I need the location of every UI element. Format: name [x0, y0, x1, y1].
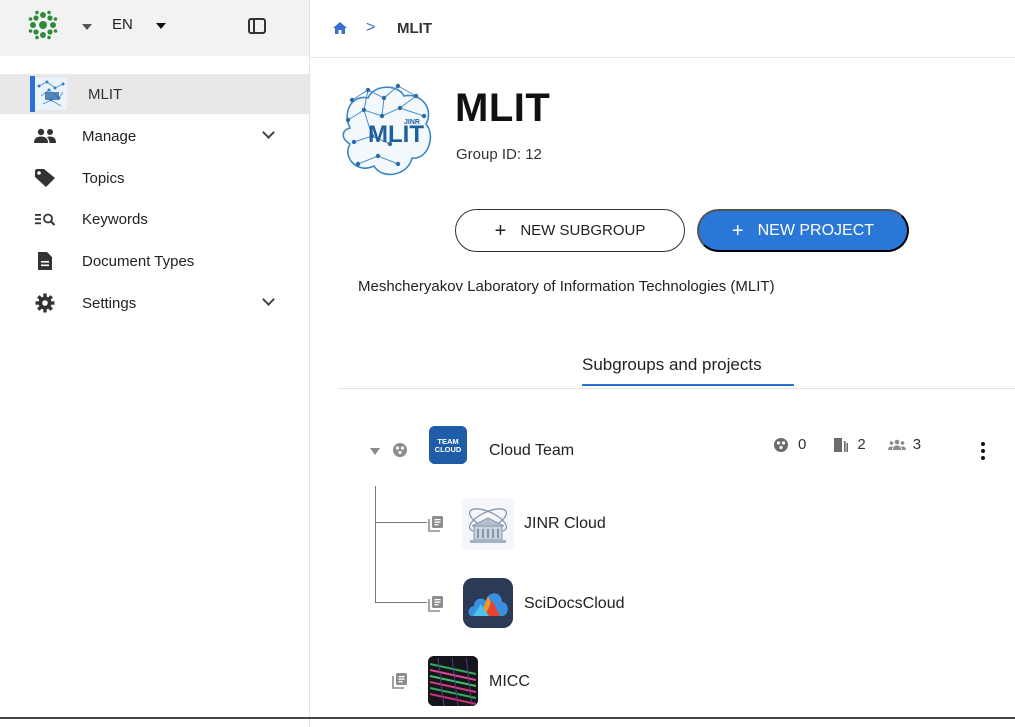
subgroup-name[interactable]: Cloud Team — [489, 442, 574, 460]
language-dropdown-caret-icon[interactable] — [156, 23, 166, 29]
group-avatar-small-text: JINR — [404, 119, 420, 126]
group-description: Meshcheryakov Laboratory of Information … — [358, 278, 775, 295]
group-id: Group ID: 12 — [456, 146, 542, 163]
tab-divider — [338, 388, 1015, 389]
tab-active-indicator — [582, 384, 794, 386]
chevron-down-icon[interactable] — [262, 293, 275, 306]
subgroups-count-icon — [774, 437, 788, 452]
project-name[interactable]: JINR Cloud — [524, 515, 606, 533]
gear-icon — [32, 292, 58, 314]
sidebar-item-label: Settings — [82, 294, 137, 312]
plus-icon: + — [731, 219, 744, 242]
subgroup-icon — [393, 443, 407, 457]
project-name[interactable]: MICC — [489, 673, 530, 691]
search-list-icon — [32, 208, 58, 230]
project-name[interactable]: SciDocsCloud — [524, 595, 624, 613]
sidebar-item-label: Document Types — [82, 252, 195, 270]
breadcrumb-current[interactable]: MLIT — [397, 20, 432, 37]
sidebar-item-label: Keywords — [82, 210, 148, 228]
micc-avatar — [428, 656, 478, 706]
more-options-icon[interactable] — [981, 442, 985, 460]
tab-subgroups-and-projects[interactable]: Subgroups and projects — [582, 355, 762, 375]
new-project-label: NEW PROJECT — [757, 221, 875, 239]
home-icon[interactable] — [332, 21, 348, 35]
sidebar-item-label: Topics — [82, 169, 125, 187]
app-root: EN MLIT Manage Topics Keywords Document … — [0, 0, 1015, 727]
new-subgroup-label: NEW SUBGROUP — [520, 222, 646, 239]
main-content: > MLIT MLIT JINR MLIT Group ID: 12 + NEW… — [310, 0, 1015, 727]
projects-count: 2 — [857, 436, 866, 453]
breadcrumb-separator: > — [366, 19, 376, 36]
members-count: 3 — [912, 436, 922, 453]
bottom-divider — [0, 717, 1015, 719]
tree-connector — [375, 522, 427, 523]
group-avatar: MLIT JINR — [342, 83, 432, 176]
tree-connector — [375, 486, 376, 602]
cloud-team-avatar-text-2: CLOUD — [435, 445, 462, 454]
tree-connector — [375, 602, 427, 603]
group-avatar-thumb — [35, 78, 67, 110]
project-icon — [428, 596, 443, 612]
jinr-cloud-avatar — [462, 498, 514, 550]
sidebar-item-settings[interactable]: Settings — [0, 283, 309, 323]
subgroup-stats: 0 2 3 — [773, 436, 921, 453]
subgroups-count: 0 — [798, 436, 807, 453]
sidebar-item-topics[interactable]: Topics — [0, 158, 309, 198]
expand-caret-icon[interactable] — [370, 448, 380, 455]
sidebar-item-document-types[interactable]: Document Types — [0, 241, 309, 281]
sidebar-toggle-icon[interactable] — [248, 18, 266, 34]
plus-icon: + — [494, 219, 507, 242]
people-icon — [32, 125, 58, 147]
cloud-team-avatar: TEAM CLOUD — [429, 426, 467, 464]
new-project-button[interactable]: + NEW PROJECT — [697, 209, 909, 252]
sidebar-item-manage[interactable]: Manage — [0, 116, 309, 156]
sidebar: EN MLIT Manage Topics Keywords Document … — [0, 0, 310, 727]
logo-dropdown-caret-icon[interactable] — [82, 24, 92, 30]
jinr-logo[interactable] — [27, 9, 59, 41]
sidebar-item-group[interactable]: MLIT — [0, 74, 309, 114]
tag-icon — [32, 167, 58, 189]
members-count-icon — [887, 439, 906, 450]
sidebar-item-keywords[interactable]: Keywords — [0, 199, 309, 239]
chevron-down-icon[interactable] — [262, 126, 275, 139]
sidebar-header: EN — [0, 0, 309, 56]
breadcrumb: > MLIT — [310, 0, 1015, 58]
document-icon — [32, 250, 58, 272]
scidocscloud-avatar — [463, 578, 513, 628]
language-selector[interactable]: EN — [112, 16, 133, 33]
projects-count-icon — [834, 437, 849, 452]
page-title: MLIT — [455, 86, 551, 130]
project-icon — [428, 516, 443, 532]
sidebar-item-label: MLIT — [88, 85, 123, 103]
project-icon — [392, 673, 407, 689]
sidebar-item-label: Manage — [82, 127, 137, 145]
new-subgroup-button[interactable]: + NEW SUBGROUP — [455, 209, 685, 252]
